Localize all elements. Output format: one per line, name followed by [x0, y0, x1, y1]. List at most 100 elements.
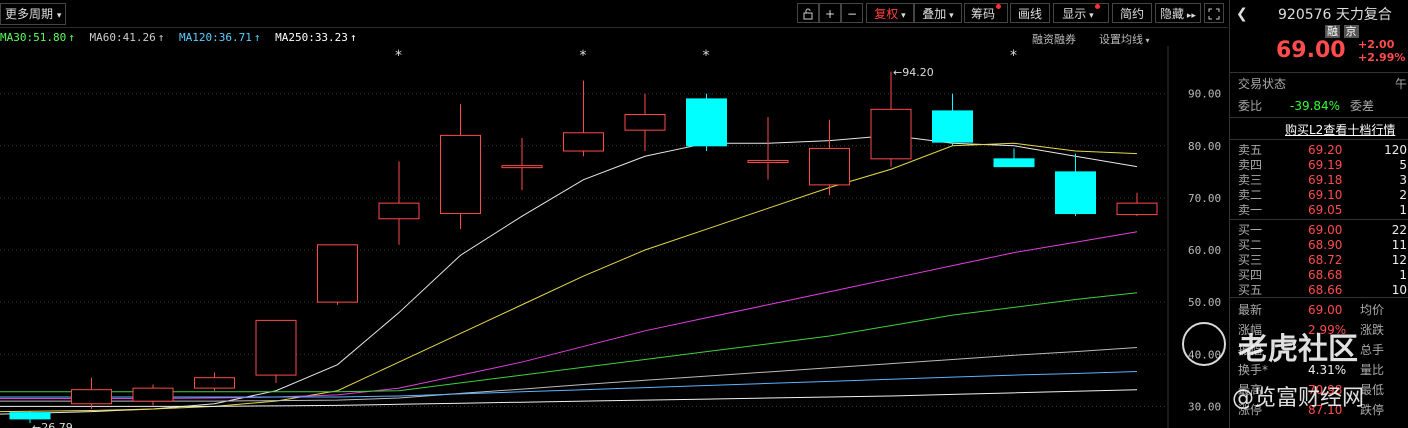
order-book-row[interactable]: 卖四 69.19 5 — [1238, 158, 1408, 173]
hide-label: 隐藏 — [1160, 7, 1185, 21]
lock-icon[interactable] — [797, 3, 819, 23]
order-price: 68.68 — [1308, 268, 1343, 282]
up-arrow-icon: ↑ — [253, 31, 261, 44]
order-level-label: 卖四 — [1238, 158, 1263, 172]
order-level-label: 买三 — [1238, 253, 1263, 267]
price-change: +2.00 — [1358, 38, 1395, 51]
candle-body — [317, 244, 358, 303]
candle-body — [624, 114, 666, 131]
y-tick-label: 50.00 — [1188, 296, 1221, 309]
trade-status-label: 交易状态 — [1238, 77, 1287, 91]
order-book-row[interactable]: 买二 68.90 11 — [1238, 238, 1408, 253]
order-book-row[interactable]: 买三 68.72 12 — [1238, 253, 1408, 268]
candle-body — [71, 389, 112, 405]
notification-dot-icon — [1094, 4, 1100, 9]
up-arrow-icon: ↑ — [349, 31, 357, 44]
candle-body — [194, 377, 235, 389]
order-book-row[interactable]: 卖一 69.05 1 — [1238, 203, 1408, 218]
display-label: 显示 — [1062, 7, 1087, 21]
stock-code: 920576 — [1278, 7, 1332, 23]
order-book-row[interactable]: 卖五 69.20 120 — [1238, 143, 1408, 158]
order-level-label: 买四 — [1238, 268, 1263, 282]
order-book-row[interactable]: 买一 69.00 22 — [1238, 223, 1408, 238]
ma60-label: MA60:41.26 — [89, 31, 156, 44]
order-book-row[interactable]: 买五 68.66 10 — [1238, 283, 1408, 298]
chevron-down-icon: ▾ — [56, 11, 62, 21]
annotations: ←94.20 ←26.79 * * * * — [32, 48, 1017, 428]
order-volume: 10 — [1391, 283, 1407, 297]
kline-chart[interactable]: ←94.20 ←26.79 * * * * 90.00 80.00 70.00 60.00 50.… — [0, 46, 1228, 428]
fullscreen-icon[interactable] — [1204, 3, 1224, 23]
margin-trading-link[interactable]: 融资融券 — [1032, 31, 1076, 47]
order-volume: 11 — [1391, 238, 1407, 252]
order-level-label: 买二 — [1238, 238, 1263, 252]
order-volume: 12 — [1391, 253, 1407, 267]
trade-status-value: 午 — [1394, 77, 1407, 91]
y-tick-label: 60.00 — [1188, 244, 1221, 257]
order-volume: 1 — [1399, 203, 1407, 217]
y-tick-label: 30.00 — [1188, 400, 1221, 413]
order-level-label: 卖五 — [1238, 143, 1263, 157]
order-level-label: 买五 — [1238, 283, 1263, 297]
candle-body — [563, 132, 604, 152]
period-selector[interactable]: 更多周期 ▾ — [0, 3, 67, 25]
panel-toggle-icon[interactable]: ❮ — [1236, 6, 1248, 22]
order-price: 69.18 — [1308, 173, 1343, 187]
event-star-icon: * — [703, 48, 710, 64]
order-book-row[interactable]: 卖二 69.10 2 — [1238, 188, 1408, 203]
order-level-label: 卖一 — [1238, 203, 1263, 217]
order-book-row[interactable]: 卖三 69.18 3 — [1238, 173, 1408, 188]
stat-label: 最新 — [1238, 303, 1263, 317]
candle-body — [1055, 171, 1096, 215]
order-book-row[interactable]: 买四 68.68 1 — [1238, 268, 1408, 283]
ma30-label: MA30:51.80 — [0, 31, 67, 44]
candle-body — [686, 98, 727, 147]
fuquan-button[interactable]: 复权 ▾ — [866, 3, 914, 23]
order-level-label: 卖二 — [1238, 188, 1263, 202]
ma-line-magenta — [0, 231, 1138, 400]
order-volume: 5 — [1399, 158, 1407, 172]
order-price: 68.90 — [1308, 238, 1343, 252]
stat-label-2: 总手 — [1360, 343, 1385, 357]
candle-body — [809, 147, 850, 186]
candle-body — [132, 387, 174, 402]
low-price-label: ←26.79 — [32, 421, 73, 428]
ma-lines — [0, 134, 1138, 415]
period-label: 更多周期 — [5, 7, 54, 21]
hide-button[interactable]: 隐藏 ▸▸ — [1155, 3, 1201, 23]
simple-label: 简约 — [1119, 7, 1144, 21]
webi-label: 委比 — [1238, 99, 1263, 113]
event-star-icon: * — [1010, 48, 1017, 64]
price-change-pct: +2.99% — [1358, 51, 1406, 64]
candle-body — [501, 165, 543, 169]
display-button[interactable]: 显示 ▾ — [1053, 3, 1109, 23]
order-volume: 2 — [1399, 188, 1407, 202]
weicha-label: 委差 — [1350, 99, 1375, 113]
ma-line-white — [0, 134, 1138, 415]
tiger-logo-icon — [1182, 322, 1226, 366]
overlay-button[interactable]: 叠加 ▾ — [914, 3, 962, 23]
ma-line-yellow — [0, 142, 1138, 413]
zoom-in-icon[interactable]: + — [819, 3, 841, 23]
event-star-icon: * — [580, 48, 587, 64]
last-price: 69.00 — [1276, 38, 1346, 63]
order-price: 69.20 — [1308, 143, 1343, 157]
notification-dot-icon — [996, 4, 1001, 9]
chart-toolbar: 更多周期 ▾ + − 复权 ▾ 叠加 ▾ 筹码 画线 显示 ▾ 简约 隐藏 ▸▸ — [0, 0, 1228, 28]
order-price: 68.66 — [1308, 283, 1343, 297]
order-price: 69.19 — [1308, 158, 1343, 172]
stat-value: 69.00 — [1308, 303, 1343, 317]
exchange-tag: 京 — [1343, 25, 1359, 38]
stat-label-2: 涨跌 — [1360, 323, 1385, 337]
order-price: 69.00 — [1308, 223, 1343, 237]
candle-body — [993, 158, 1035, 168]
draw-line-button[interactable]: 画线 — [1010, 3, 1050, 23]
stock-name: 天力复合 — [1335, 7, 1392, 23]
simple-button[interactable]: 简约 — [1112, 3, 1152, 23]
ma-settings-link[interactable]: 设置均线 ▾ — [1099, 31, 1150, 47]
chips-button[interactable]: 筹码 — [964, 3, 1008, 23]
l2-purchase-link[interactable]: 购买L2查看十档行情 — [1285, 121, 1395, 138]
order-volume: 3 — [1399, 173, 1407, 187]
zoom-out-icon[interactable]: − — [841, 3, 863, 23]
order-price: 69.05 — [1308, 203, 1343, 217]
